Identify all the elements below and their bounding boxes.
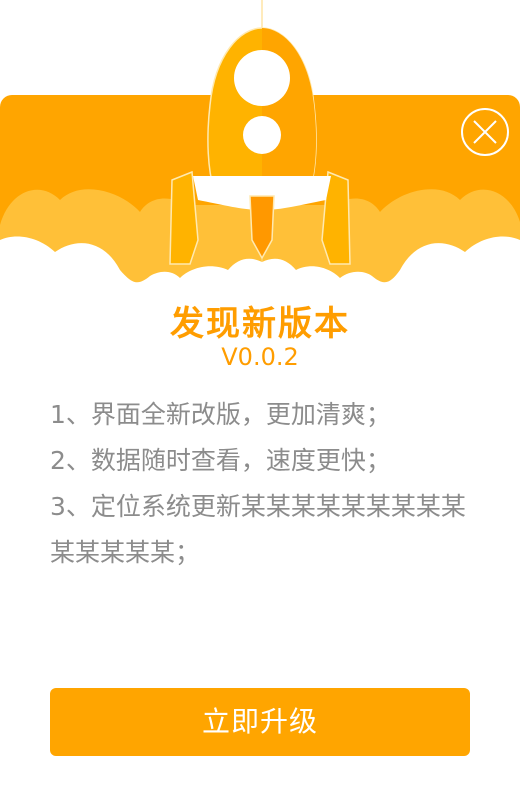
rocket-fin-left: [169, 170, 199, 265]
release-notes: 1、界面全新改版，更加清爽； 2、数据随时查看，速度更快； 3、定位系统更新某某…: [50, 392, 470, 576]
close-button[interactable]: [460, 107, 510, 157]
release-note-item: 1、界面全新改版，更加清爽；: [50, 400, 391, 429]
rocket-illustration: [0, 0, 520, 310]
release-note-item: 2、数据随时查看，速度更快；: [50, 446, 391, 475]
update-dialog: 发现新版本 V0.0.2 1、界面全新改版，更加清爽； 2、数据随时查看，速度更…: [0, 0, 520, 796]
release-note-item: 3、定位系统更新某某某某某某某某某某某某某某；: [50, 492, 466, 567]
version-label: V0.0.2: [221, 343, 299, 371]
dialog-title: 发现新版本: [170, 304, 350, 344]
upgrade-now-button[interactable]: 立即升级: [50, 688, 470, 756]
close-icon: [461, 108, 509, 156]
rocket-icon: [169, 27, 351, 265]
